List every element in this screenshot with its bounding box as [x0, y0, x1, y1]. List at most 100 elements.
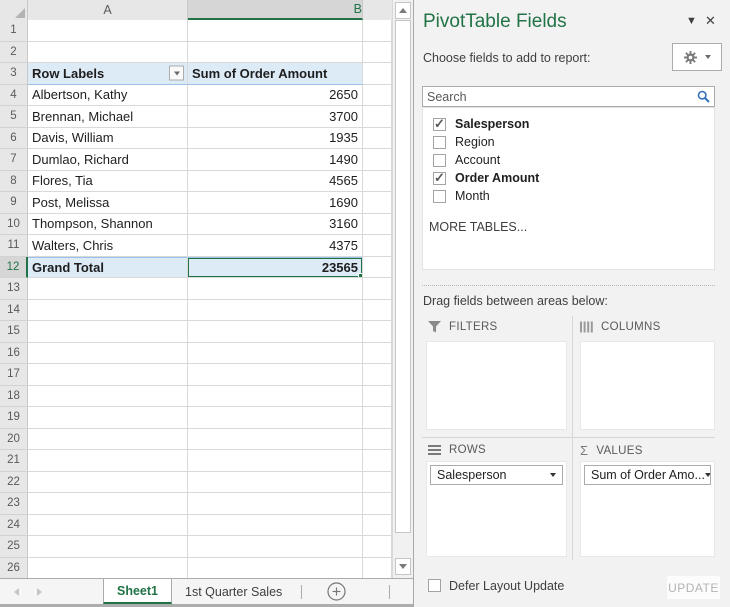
row-header[interactable]: 8	[0, 171, 28, 193]
row-header[interactable]: 15	[0, 321, 28, 343]
cell[interactable]	[188, 321, 363, 343]
update-button[interactable]: UPDATE	[667, 576, 720, 599]
salesperson-cell[interactable]: Davis, William	[28, 128, 188, 150]
row-header[interactable]: 4	[0, 85, 28, 107]
cell[interactable]	[28, 515, 188, 537]
cell[interactable]	[28, 429, 188, 451]
row-header[interactable]: 6	[0, 128, 28, 150]
close-icon[interactable]: ✕	[705, 13, 716, 29]
cell[interactable]	[188, 558, 363, 579]
cell[interactable]	[188, 42, 363, 64]
cell[interactable]	[363, 128, 392, 150]
row-header[interactable]: 7	[0, 149, 28, 171]
cell[interactable]	[188, 386, 363, 408]
cell[interactable]	[363, 214, 392, 236]
cell[interactable]	[28, 407, 188, 429]
cell[interactable]	[363, 192, 392, 214]
row-header[interactable]: 21	[0, 450, 28, 472]
chevron-down-icon[interactable]: ▼	[686, 15, 697, 27]
rows-drop-area[interactable]: Salesperson	[426, 461, 567, 557]
row-header[interactable]: 2	[0, 42, 28, 64]
cell[interactable]	[188, 450, 363, 472]
cell[interactable]	[28, 42, 188, 64]
rows-field-pill[interactable]: Salesperson	[430, 465, 563, 485]
row-header[interactable]: 25	[0, 536, 28, 558]
cell[interactable]	[363, 558, 392, 579]
cell[interactable]	[188, 515, 363, 537]
row-header[interactable]: 19	[0, 407, 28, 429]
select-all-corner[interactable]	[0, 0, 28, 20]
cell[interactable]	[363, 450, 392, 472]
cell[interactable]	[188, 429, 363, 451]
salesperson-cell[interactable]: Post, Melissa	[28, 192, 188, 214]
row-header[interactable]: 26	[0, 558, 28, 579]
search-icon[interactable]	[697, 90, 710, 103]
salesperson-cell[interactable]: Dumlao, Richard	[28, 149, 188, 171]
cell[interactable]: Row Labels	[28, 63, 188, 85]
field-checkbox[interactable]	[433, 118, 446, 131]
field-checkbox[interactable]	[433, 154, 446, 167]
cell[interactable]	[363, 536, 392, 558]
salesperson-cell[interactable]: Thompson, Shannon	[28, 214, 188, 236]
row-header[interactable]: 13	[0, 278, 28, 300]
new-sheet-button[interactable]	[326, 579, 347, 604]
cell[interactable]	[363, 257, 392, 279]
defer-layout-checkbox[interactable]	[428, 579, 441, 592]
columns-drop-area[interactable]	[580, 341, 715, 430]
cell[interactable]	[28, 364, 188, 386]
cell[interactable]	[188, 493, 363, 515]
amount-cell[interactable]: 2650	[188, 85, 363, 107]
cell[interactable]	[363, 515, 392, 537]
cell[interactable]	[188, 300, 363, 322]
cell[interactable]	[363, 171, 392, 193]
amount-cell[interactable]: 3160	[188, 214, 363, 236]
column-header-b[interactable]: B	[188, 0, 363, 20]
cell[interactable]	[28, 343, 188, 365]
row-header[interactable]: 1	[0, 20, 28, 42]
values-field-pill[interactable]: Sum of Order Amo...	[584, 465, 711, 485]
amount-cell[interactable]: 3700	[188, 106, 363, 128]
chevron-down-icon[interactable]	[705, 473, 711, 477]
row-header[interactable]: 9	[0, 192, 28, 214]
field-item[interactable]: Month	[423, 187, 714, 205]
row-header[interactable]: 14	[0, 300, 28, 322]
amount-cell[interactable]: 1490	[188, 149, 363, 171]
cell[interactable]	[188, 472, 363, 494]
row-header[interactable]: 16	[0, 343, 28, 365]
cell[interactable]	[363, 300, 392, 322]
next-sheet-icon[interactable]	[37, 588, 42, 596]
cell[interactable]	[188, 278, 363, 300]
row-header[interactable]: 17	[0, 364, 28, 386]
cell[interactable]	[188, 536, 363, 558]
scroll-down-button[interactable]	[395, 558, 411, 575]
cell[interactable]	[188, 364, 363, 386]
amount-cell[interactable]: 1690	[188, 192, 363, 214]
scrollbar-thumb[interactable]	[395, 20, 411, 533]
value-header-cell[interactable]: Sum of Order Amount	[188, 63, 363, 85]
more-tables-link[interactable]: MORE TABLES...	[423, 220, 714, 234]
cell[interactable]	[363, 407, 392, 429]
sheet-tab-1st-quarter-sales[interactable]: 1st Quarter Sales	[172, 579, 295, 604]
vertical-scrollbar[interactable]	[392, 0, 413, 578]
amount-cell[interactable]: 4375	[188, 235, 363, 257]
cell[interactable]	[363, 149, 392, 171]
values-drop-area[interactable]: Sum of Order Amo...	[580, 461, 715, 557]
cell[interactable]	[28, 536, 188, 558]
cell[interactable]	[363, 106, 392, 128]
field-item[interactable]: Region	[423, 133, 714, 151]
row-header[interactable]: 23	[0, 493, 28, 515]
row-header[interactable]: 3	[0, 63, 28, 85]
row-header[interactable]: 18	[0, 386, 28, 408]
prev-sheet-icon[interactable]	[14, 588, 19, 596]
row-header[interactable]: 11	[0, 235, 28, 257]
cell[interactable]	[363, 321, 392, 343]
cell[interactable]	[363, 386, 392, 408]
cell[interactable]	[363, 493, 392, 515]
cell[interactable]	[363, 429, 392, 451]
salesperson-cell[interactable]: Albertson, Kathy	[28, 85, 188, 107]
row-header[interactable]: 12	[0, 257, 28, 279]
tools-button[interactable]	[672, 43, 722, 71]
field-item[interactable]: Account	[423, 151, 714, 169]
cell[interactable]	[28, 493, 188, 515]
cell[interactable]	[188, 20, 363, 42]
